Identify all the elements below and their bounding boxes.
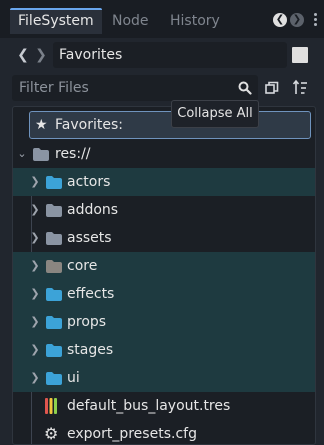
tree-item-label: export_presets.cfg [67, 426, 197, 442]
tree-item-label: core [67, 258, 98, 274]
star-icon: ★ [35, 117, 48, 133]
folder-icon [33, 148, 49, 161]
folder-icon [46, 372, 62, 385]
chevron-right-icon[interactable]: ❯ [29, 224, 41, 252]
tree-item-label: effects [67, 286, 115, 302]
sort-icon[interactable] [292, 79, 308, 97]
tree-item-folder[interactable]: ❯ stages [13, 336, 315, 364]
tree-item-label: default_bus_layout.tres [67, 398, 231, 414]
forward-arrow-icon[interactable]: ❯ [33, 44, 49, 66]
folder-icon [46, 344, 62, 357]
chevron-right-icon[interactable]: ❯ [29, 280, 41, 308]
chevron-right-icon[interactable]: ❯ [29, 252, 41, 280]
tree-item-export-presets[interactable]: ⚙ export_presets.cfg [13, 420, 315, 444]
folder-icon [46, 316, 62, 329]
tab-history[interactable]: History [162, 8, 228, 34]
tree-item-default-bus-layout[interactable]: default_bus_layout.tres [13, 392, 315, 420]
gear-icon: ⚙ [44, 424, 59, 443]
tree-item-folder[interactable]: ❯ core [13, 252, 315, 280]
chevron-right-icon[interactable]: ❯ [29, 308, 41, 336]
dock-tab-bar: FileSystem Node History ❮ ❯ [0, 0, 324, 38]
audio-bus-layout-icon [45, 398, 57, 414]
tree-item-label: actors [67, 174, 111, 190]
tree-item-res-root[interactable]: ⌄ res:// [13, 140, 315, 168]
tree-item-folder[interactable]: ❯ effects [13, 280, 315, 308]
tree-item-label: assets [67, 230, 112, 246]
folder-icon [46, 176, 62, 189]
tree-item-label: props [67, 314, 107, 330]
tree-item-label: res:// [55, 146, 91, 162]
favorites-item[interactable]: ★ Favorites: [29, 111, 311, 139]
favorites-label: Favorites: [55, 117, 123, 133]
filesystem-tree[interactable]: ★ Favorites: ⌄ res:// ❯ actors ❯ addons ❯ ass… [12, 106, 316, 445]
tree-item-folder[interactable]: ❯ actors [13, 168, 315, 196]
dock-menu-icon[interactable] [310, 12, 320, 28]
filter-files-field[interactable] [12, 75, 258, 101]
tab-filesystem[interactable]: FileSystem [10, 8, 102, 34]
tree-item-label: stages [67, 342, 114, 358]
folder-icon [46, 232, 62, 245]
tree-item-folder[interactable]: ❯ assets [13, 224, 315, 252]
filter-files-input[interactable] [12, 75, 232, 101]
chevron-right-icon[interactable]: ❯ [29, 364, 41, 392]
scroll-tabs-right-icon[interactable]: ❯ [290, 13, 304, 27]
tree-item-label: ui [67, 370, 80, 386]
search-icon [238, 81, 252, 95]
tab-node[interactable]: Node [104, 8, 157, 34]
tree-item-folder[interactable]: ❯ props [13, 308, 315, 336]
chevron-right-icon[interactable]: ❯ [29, 168, 41, 196]
folder-icon [46, 288, 62, 301]
tree-item-folder[interactable]: ❯ ui [13, 364, 315, 392]
folder-icon [46, 260, 62, 273]
split-mode-toggle-button[interactable] [292, 47, 308, 63]
back-arrow-icon[interactable]: ❮ [15, 44, 31, 66]
chevron-right-icon[interactable]: ❯ [29, 336, 41, 364]
tree-item-label: addons [67, 202, 119, 218]
collapse-all-icon[interactable] [265, 81, 279, 95]
chevron-down-icon[interactable]: ⌄ [16, 140, 28, 168]
tree-item-folder[interactable]: ❯ addons [13, 196, 315, 224]
folder-icon [46, 204, 62, 217]
collapse-all-tooltip: Collapse All [171, 100, 259, 128]
path-field[interactable]: Favorites [53, 42, 287, 68]
scroll-tabs-left-icon[interactable]: ❮ [273, 13, 287, 27]
chevron-right-icon[interactable]: ❯ [29, 196, 41, 224]
